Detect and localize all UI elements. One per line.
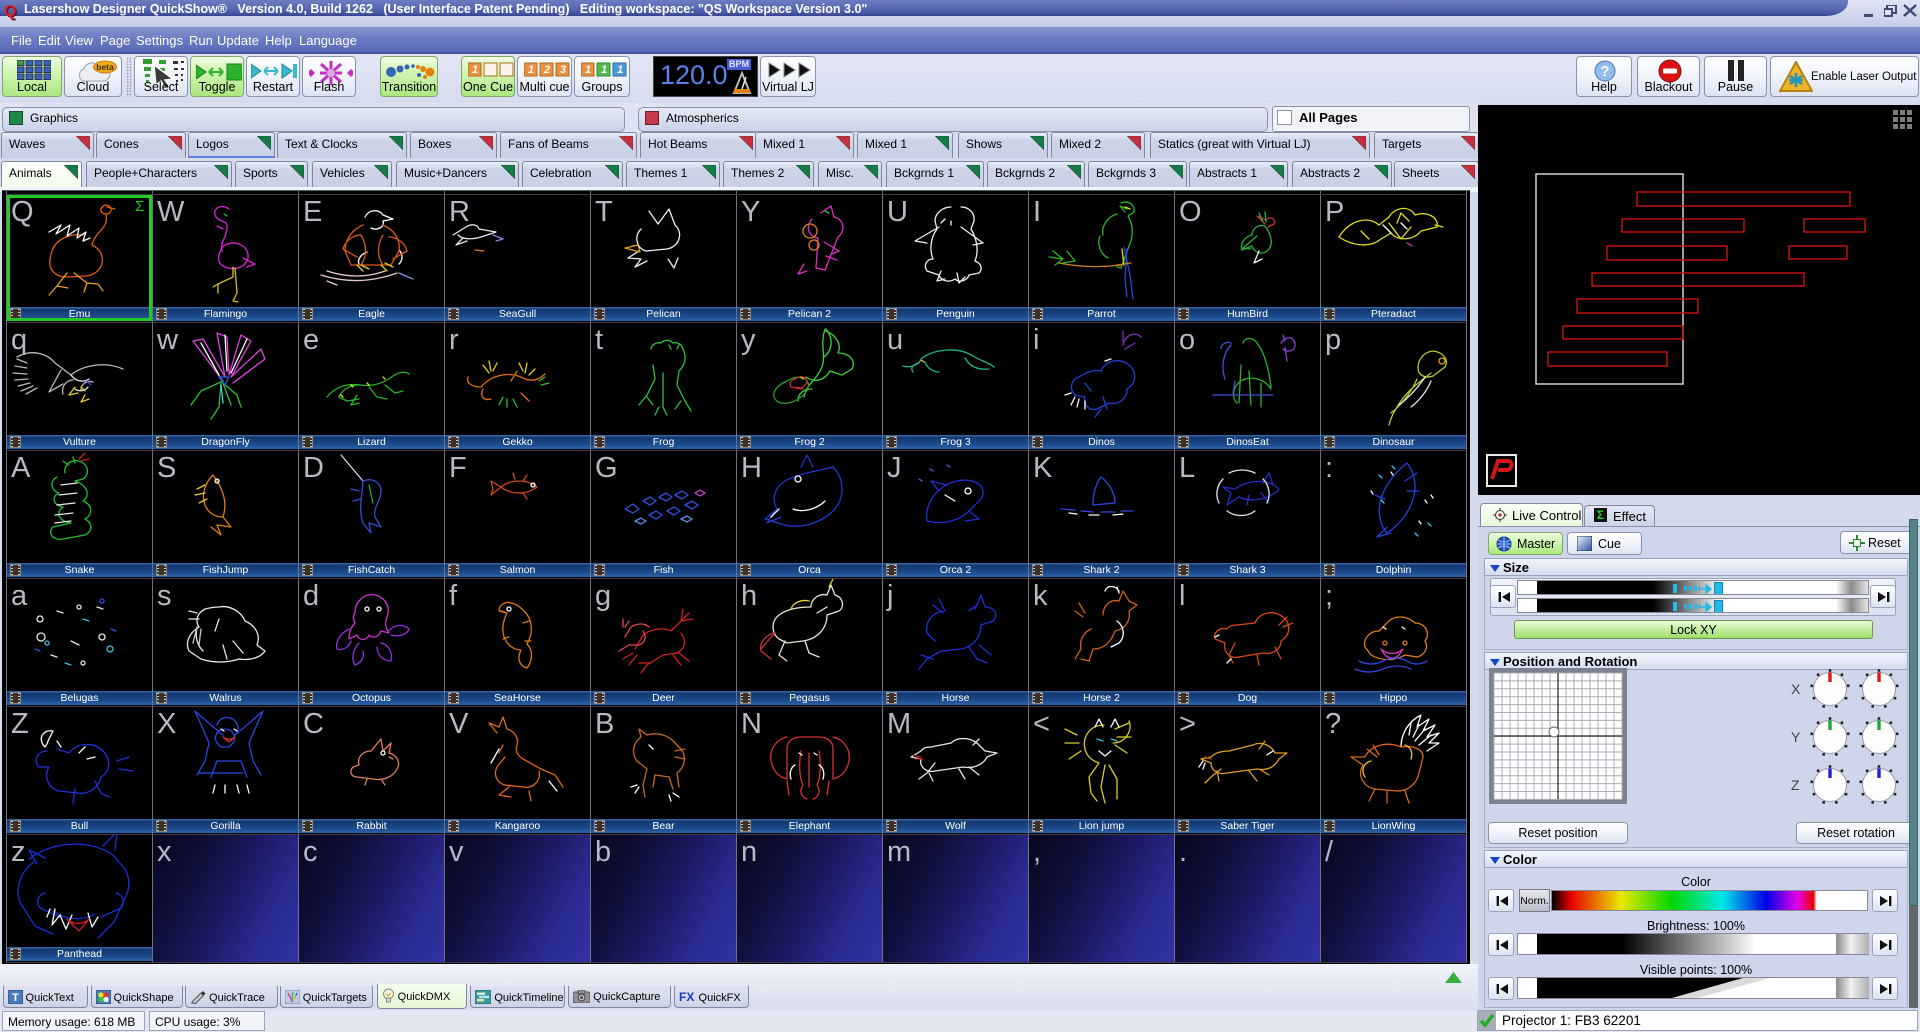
svg-text:1: 1	[585, 64, 591, 76]
svg-text:1: 1	[601, 64, 607, 76]
svg-text:FX: FX	[679, 990, 694, 1003]
svg-text:2: 2	[543, 64, 550, 76]
svg-text:beta: beta	[96, 62, 114, 72]
svg-text:1: 1	[472, 64, 478, 76]
svg-text:T: T	[12, 992, 19, 1004]
svg-text:1: 1	[528, 64, 534, 76]
svg-text:1: 1	[617, 64, 623, 76]
svg-text:?: ?	[1600, 63, 1609, 80]
svg-text:3: 3	[560, 64, 566, 76]
